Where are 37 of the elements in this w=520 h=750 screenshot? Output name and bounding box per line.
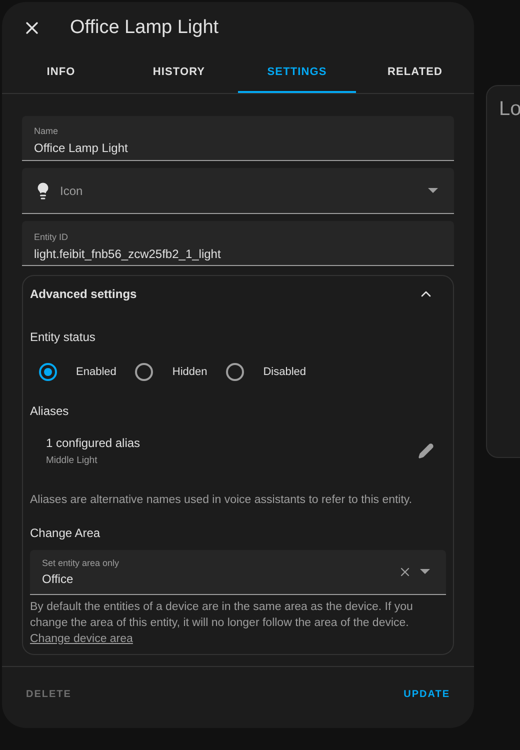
update-button[interactable]: UPDATE [404, 687, 450, 702]
dropdown-caret-icon[interactable] [428, 188, 438, 193]
field-label: Set entity area only [42, 556, 120, 570]
tab[interactable]: SETTINGS [238, 54, 356, 93]
help-text: By default the entities of a device are in the same area as the device. If you change the area of this entity, it will no longer follow the area of the device. [30, 600, 414, 630]
alias-detail: Middle Light [46, 454, 98, 468]
alias-summary: 1 configured alias [46, 435, 142, 452]
field-value: Office [42, 571, 74, 588]
radio-button[interactable] [135, 363, 154, 381]
section-heading: Aliases [30, 403, 70, 420]
dialog-title: Office Lamp Light [70, 16, 219, 40]
tab[interactable]: RELATED [356, 54, 474, 93]
radio-label: Hidden [172, 364, 208, 380]
name-field[interactable]: Name Office Lamp Light [22, 116, 454, 161]
dropdown-caret-icon[interactable] [420, 569, 430, 574]
radio-label: Disabled [263, 364, 306, 380]
field-value: Office Lamp Light [34, 140, 129, 156]
tab[interactable]: INFO [2, 54, 120, 93]
field-placeholder: Icon [60, 182, 84, 200]
section-heading: Change Area [30, 524, 102, 542]
field-label: Entity ID [34, 231, 70, 244]
radio-label: Enabled [76, 364, 116, 380]
field-value: light.feibit_fnb56_zcw25fb2_1_light [34, 246, 222, 262]
area-field[interactable]: Set entity area only Office [30, 550, 446, 594]
alias-row[interactable]: 1 configured alias Middle Light [30, 434, 446, 468]
radio-button[interactable] [39, 363, 57, 381]
edit-icon[interactable] [418, 443, 434, 460]
icon-field[interactable]: Icon [22, 168, 454, 214]
tab[interactable]: HISTORY [120, 54, 238, 93]
panel-header[interactable]: Advanced settings [30, 276, 446, 312]
change-device-area-link[interactable]: Change device area [30, 630, 133, 646]
radio-button[interactable] [226, 363, 244, 381]
entity-id-field[interactable]: Entity ID light.feibit_fnb56_zcw25fb2_1_light [22, 221, 454, 266]
field-label: Name [34, 125, 60, 138]
panel-title: Advanced settings [30, 286, 137, 303]
help-text: Aliases are alternative names used in voice assistants to refer to this entity. [30, 493, 414, 508]
section-heading: Entity status [30, 329, 96, 346]
